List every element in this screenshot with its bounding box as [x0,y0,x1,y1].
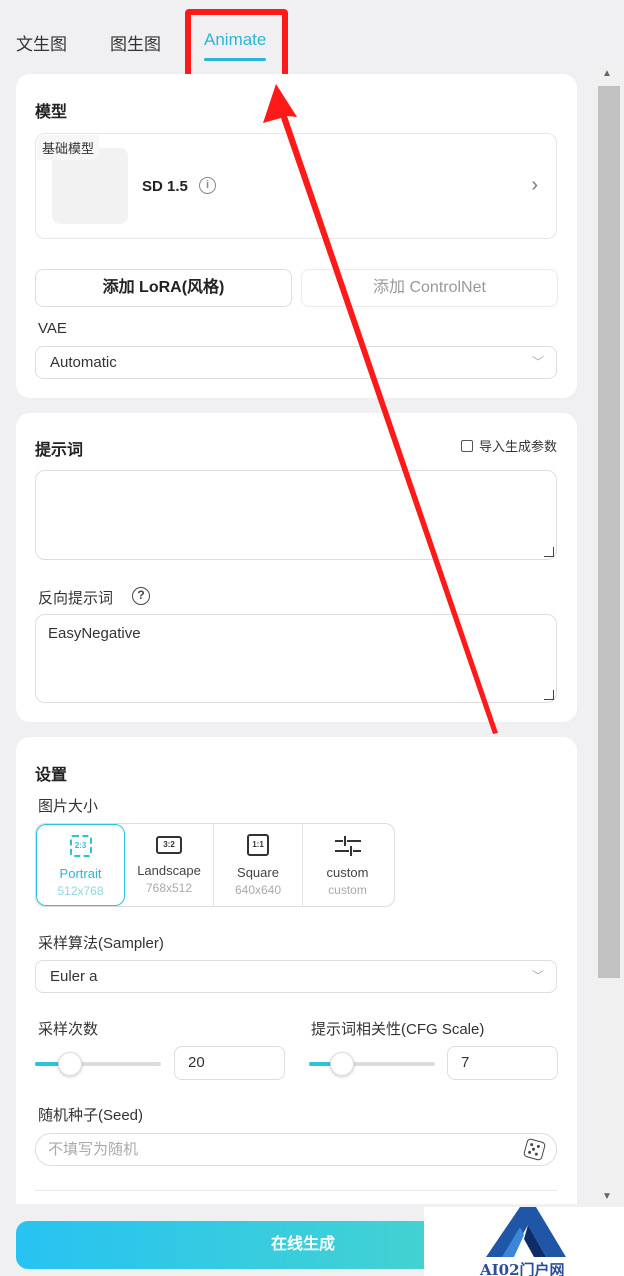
size-option-landscape[interactable]: 3:2 Landscape 768x512 [125,824,214,906]
size-name: custom [326,865,369,880]
watermark: AI02门户网 [424,1207,624,1276]
seed-placeholder: 不填写为随机 [48,1141,139,1158]
chevron-right-icon: › [531,174,538,196]
model-name: SD 1.5 [142,178,188,195]
vae-label: VAE [38,320,67,337]
settings-title: 设置 [35,767,68,784]
image-size-label: 图片大小 [38,798,99,815]
portrait-icon: 2:3 [69,835,92,857]
scroll-up-icon[interactable]: ▲ [602,68,612,79]
slider-handle[interactable] [58,1052,83,1076]
steps-input[interactable]: 20 [174,1046,285,1080]
cfg-label: 提示词相关性(CFG Scale) [311,1021,485,1038]
info-icon[interactable]: i [199,177,216,194]
tab-bar: 文生图 图生图 Animate [0,0,624,74]
size-option-square[interactable]: 1:1 Square 640x640 [214,824,303,906]
seed-label: 随机种子(Seed) [38,1107,144,1124]
scroll-down-icon[interactable]: ▼ [602,1191,612,1202]
vae-select[interactable]: Automatic ﹀ [35,346,557,379]
size-name: Square [237,865,279,880]
help-icon[interactable]: ? [132,587,150,605]
prompt-textarea[interactable] [35,470,557,560]
size-option-portrait[interactable]: 2:3 Portrait 512x768 [36,824,125,906]
vae-value: Automatic [50,354,117,371]
dice-icon[interactable] [522,1137,547,1162]
sampler-value: Euler a [50,968,98,985]
tab-text-to-image[interactable]: 文生图 [16,30,67,55]
size-resolution: custom [328,883,367,897]
tab-image-to-image[interactable]: 图生图 [110,30,161,55]
import-label: 导入生成参数 [478,439,557,454]
square-icon: 1:1 [247,834,269,856]
steps-slider[interactable] [35,1052,161,1076]
base-model-tag: 基础模型 [37,135,100,160]
image-size-options: 2:3 Portrait 512x768 3:2 Landscape 768x5… [35,823,395,907]
watermark-text: AI02门户网 [480,1261,565,1276]
divider [35,1190,557,1191]
model-title: 模型 [35,104,68,121]
sampler-label: 采样算法(Sampler) [38,935,164,952]
import-params-button[interactable]: 导入生成参数 [460,436,557,455]
import-icon [460,440,473,452]
cfg-input[interactable]: 7 [447,1046,558,1080]
size-name: Landscape [137,863,201,878]
scrollbar-thumb[interactable] [598,86,620,978]
chevron-down-icon: ﹀ [532,355,545,369]
negative-prompt-label: 反向提示词 [38,590,114,607]
sampler-select[interactable]: Euler a ﹀ [35,960,557,993]
add-lora-button[interactable]: 添加 LoRA(风格) [35,269,292,307]
slider-handle[interactable] [329,1052,354,1076]
add-controlnet-button[interactable]: 添加 ControlNet [301,269,558,307]
prompt-card: 提示词 导入生成参数 反向提示词 ? EasyNegative [16,413,577,722]
size-resolution: 640x640 [234,883,282,897]
watermark-logo-icon [486,1207,566,1257]
negative-prompt-textarea[interactable]: EasyNegative [35,614,557,703]
scroll-area[interactable]: 模型 基础模型 SD 1.5 i › 添加 LoRA(风格) 添加 Contro… [0,74,596,1204]
model-selector[interactable]: 基础模型 SD 1.5 i › [35,133,557,239]
sliders-icon [334,836,361,856]
size-resolution: 768x512 [145,881,193,895]
prompt-title: 提示词 [35,442,84,459]
landscape-icon: 3:2 [156,836,182,854]
annotation-highlight-box [185,9,288,82]
settings-card: 设置 图片大小 2:3 Portrait 512x768 3:2 Landsca… [16,737,577,1204]
size-resolution: 512x768 [57,884,104,898]
model-card: 模型 基础模型 SD 1.5 i › 添加 LoRA(风格) 添加 Contro… [16,74,577,398]
cfg-slider[interactable] [309,1052,435,1076]
chevron-down-icon: ﹀ [532,969,545,983]
seed-input[interactable]: 不填写为随机 [35,1133,557,1166]
steps-label: 采样次数 [38,1021,99,1038]
scrollbar[interactable]: ▲ ▼ [597,62,624,1204]
size-option-custom[interactable]: custom custom [303,824,392,906]
size-name: Portrait [59,866,102,881]
